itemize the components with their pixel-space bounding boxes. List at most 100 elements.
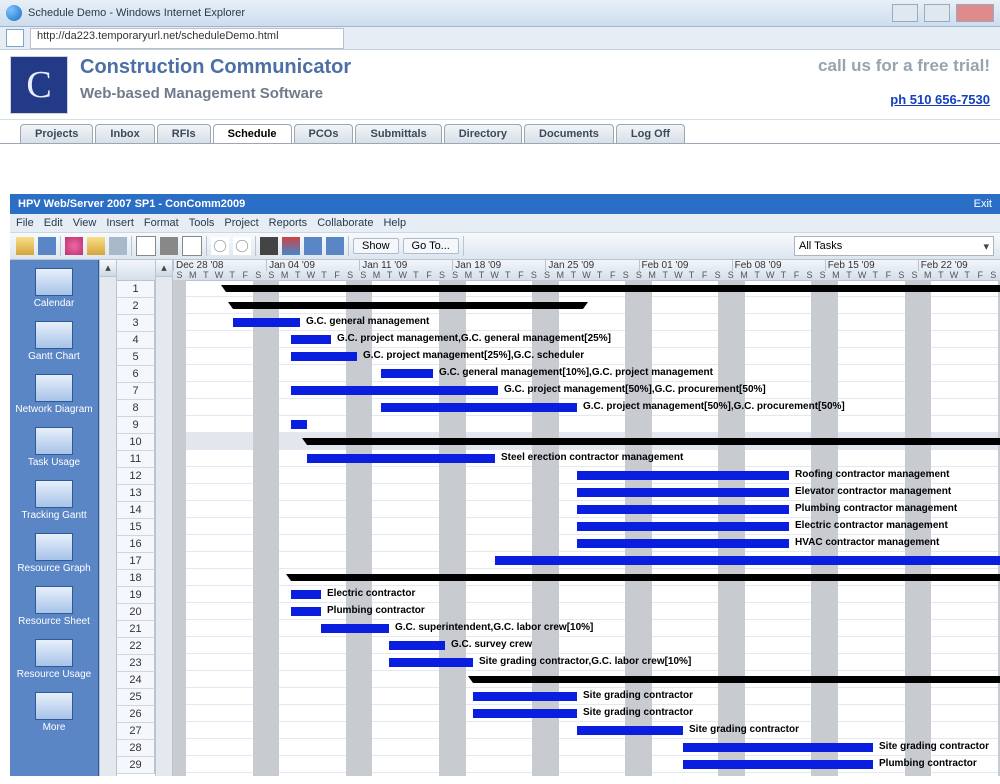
group-icon[interactable] [326, 237, 344, 255]
row-header[interactable]: 13 [117, 485, 155, 502]
summary-bar[interactable] [291, 574, 1000, 581]
summary-bar[interactable] [233, 302, 583, 309]
menu-help[interactable]: Help [383, 217, 406, 229]
row-header[interactable]: 18 [117, 570, 155, 587]
task-bar[interactable] [291, 607, 321, 616]
row-header[interactable]: 17 [117, 553, 155, 570]
task-bar[interactable] [291, 420, 307, 429]
view-resource-usage[interactable]: Resource Usage [10, 637, 98, 690]
task-bar[interactable] [577, 471, 789, 480]
window-maximize-button[interactable] [924, 4, 950, 22]
save-icon[interactable] [38, 237, 56, 255]
zoom-in-icon[interactable] [233, 237, 251, 255]
task-bar[interactable] [577, 522, 789, 531]
tab-documents[interactable]: Documents [524, 124, 614, 143]
gantt-chart[interactable]: Dec 28 '08Jan 04 '09Jan 11 '09Jan 18 '09… [173, 260, 1000, 776]
task-bar[interactable] [381, 403, 577, 412]
phone-link[interactable]: ph 510 656-7530 [818, 92, 990, 107]
tab-projects[interactable]: Projects [20, 124, 93, 143]
menu-tools[interactable]: Tools [189, 217, 215, 229]
view-resource-graph[interactable]: Resource Graph [10, 531, 98, 584]
row-header[interactable]: 12 [117, 468, 155, 485]
view-network-diagram[interactable]: Network Diagram [10, 372, 98, 425]
row-header[interactable]: 5 [117, 349, 155, 366]
row-header[interactable]: 8 [117, 400, 155, 417]
window-close-button[interactable] [956, 4, 994, 22]
task-bar[interactable] [577, 488, 789, 497]
task-bar[interactable] [291, 386, 498, 395]
view-gantt-chart[interactable]: Gantt Chart [10, 319, 98, 372]
preview-icon[interactable] [136, 236, 156, 256]
task-bar[interactable] [577, 726, 683, 735]
menu-collaborate[interactable]: Collaborate [317, 217, 373, 229]
row-header[interactable]: 6 [117, 366, 155, 383]
row-header[interactable]: 1 [117, 281, 155, 298]
row-header[interactable]: 27 [117, 723, 155, 740]
tab-inbox[interactable]: Inbox [95, 124, 154, 143]
open-icon[interactable] [16, 237, 34, 255]
row-header[interactable]: 28 [117, 740, 155, 757]
task-bar[interactable] [291, 590, 321, 599]
row-header[interactable]: 3 [117, 315, 155, 332]
summary-bar[interactable] [307, 438, 1000, 445]
view-task-usage[interactable]: Task Usage [10, 425, 98, 478]
gantt-body[interactable]: G.C. general managementG.C. project mana… [173, 280, 1000, 776]
task-bar[interactable] [577, 505, 789, 514]
task-bar[interactable] [321, 624, 389, 633]
tab-rfis[interactable]: RFIs [157, 124, 211, 143]
menu-format[interactable]: Format [144, 217, 179, 229]
exit-link[interactable]: Exit [974, 198, 992, 210]
row-header[interactable]: 22 [117, 638, 155, 655]
task-bar[interactable] [381, 369, 433, 378]
row-header[interactable]: 4 [117, 332, 155, 349]
view-calendar[interactable]: Calendar [10, 266, 98, 319]
summary-bar[interactable] [473, 676, 1000, 683]
sort-icon[interactable] [282, 237, 300, 255]
row-header[interactable]: 16 [117, 536, 155, 553]
cut-icon[interactable] [65, 237, 83, 255]
task-bar[interactable] [495, 556, 1000, 565]
paste-icon[interactable] [109, 237, 127, 255]
row-header[interactable]: 20 [117, 604, 155, 621]
task-bar[interactable] [291, 352, 357, 361]
zoom-out-icon[interactable] [211, 237, 229, 255]
row-header[interactable]: 11 [117, 451, 155, 468]
splitter-grid[interactable]: ▴ [155, 260, 173, 776]
url-field[interactable]: http://da223.temporaryurl.net/scheduleDe… [30, 28, 344, 49]
view-tracking-gantt[interactable]: Tracking Gantt [10, 478, 98, 531]
goto-button[interactable]: Go To... [403, 238, 459, 254]
row-header[interactable]: 25 [117, 689, 155, 706]
view-resource-sheet[interactable]: Resource Sheet [10, 584, 98, 637]
task-bar[interactable] [233, 318, 300, 327]
task-bar[interactable] [577, 539, 789, 548]
show-button[interactable]: Show [353, 238, 399, 254]
task-bar[interactable] [683, 760, 873, 769]
task-bar[interactable] [473, 709, 577, 718]
menu-edit[interactable]: Edit [44, 217, 63, 229]
row-header[interactable]: 2 [117, 298, 155, 315]
row-header[interactable]: 29 [117, 757, 155, 774]
menu-project[interactable]: Project [224, 217, 258, 229]
row-header[interactable]: 10 [117, 434, 155, 451]
filter-icon[interactable] [304, 237, 322, 255]
splitter-left[interactable]: ▴ [99, 260, 117, 776]
row-header[interactable]: 14 [117, 502, 155, 519]
menu-file[interactable]: File [16, 217, 34, 229]
tab-directory[interactable]: Directory [444, 124, 522, 143]
menu-insert[interactable]: Insert [106, 217, 134, 229]
tab-schedule[interactable]: Schedule [213, 124, 292, 143]
mail-icon[interactable] [182, 236, 202, 256]
task-bar[interactable] [389, 641, 445, 650]
row-header[interactable]: 19 [117, 587, 155, 604]
copy-icon[interactable] [87, 237, 105, 255]
row-header[interactable]: 26 [117, 706, 155, 723]
row-header[interactable]: 7 [117, 383, 155, 400]
task-bar[interactable] [683, 743, 873, 752]
row-header[interactable]: 21 [117, 621, 155, 638]
window-minimize-button[interactable] [892, 4, 918, 22]
task-bar[interactable] [291, 335, 331, 344]
summary-bar[interactable] [226, 285, 1000, 292]
task-bar[interactable] [307, 454, 495, 463]
row-header[interactable]: 24 [117, 672, 155, 689]
print-icon[interactable] [160, 237, 178, 255]
